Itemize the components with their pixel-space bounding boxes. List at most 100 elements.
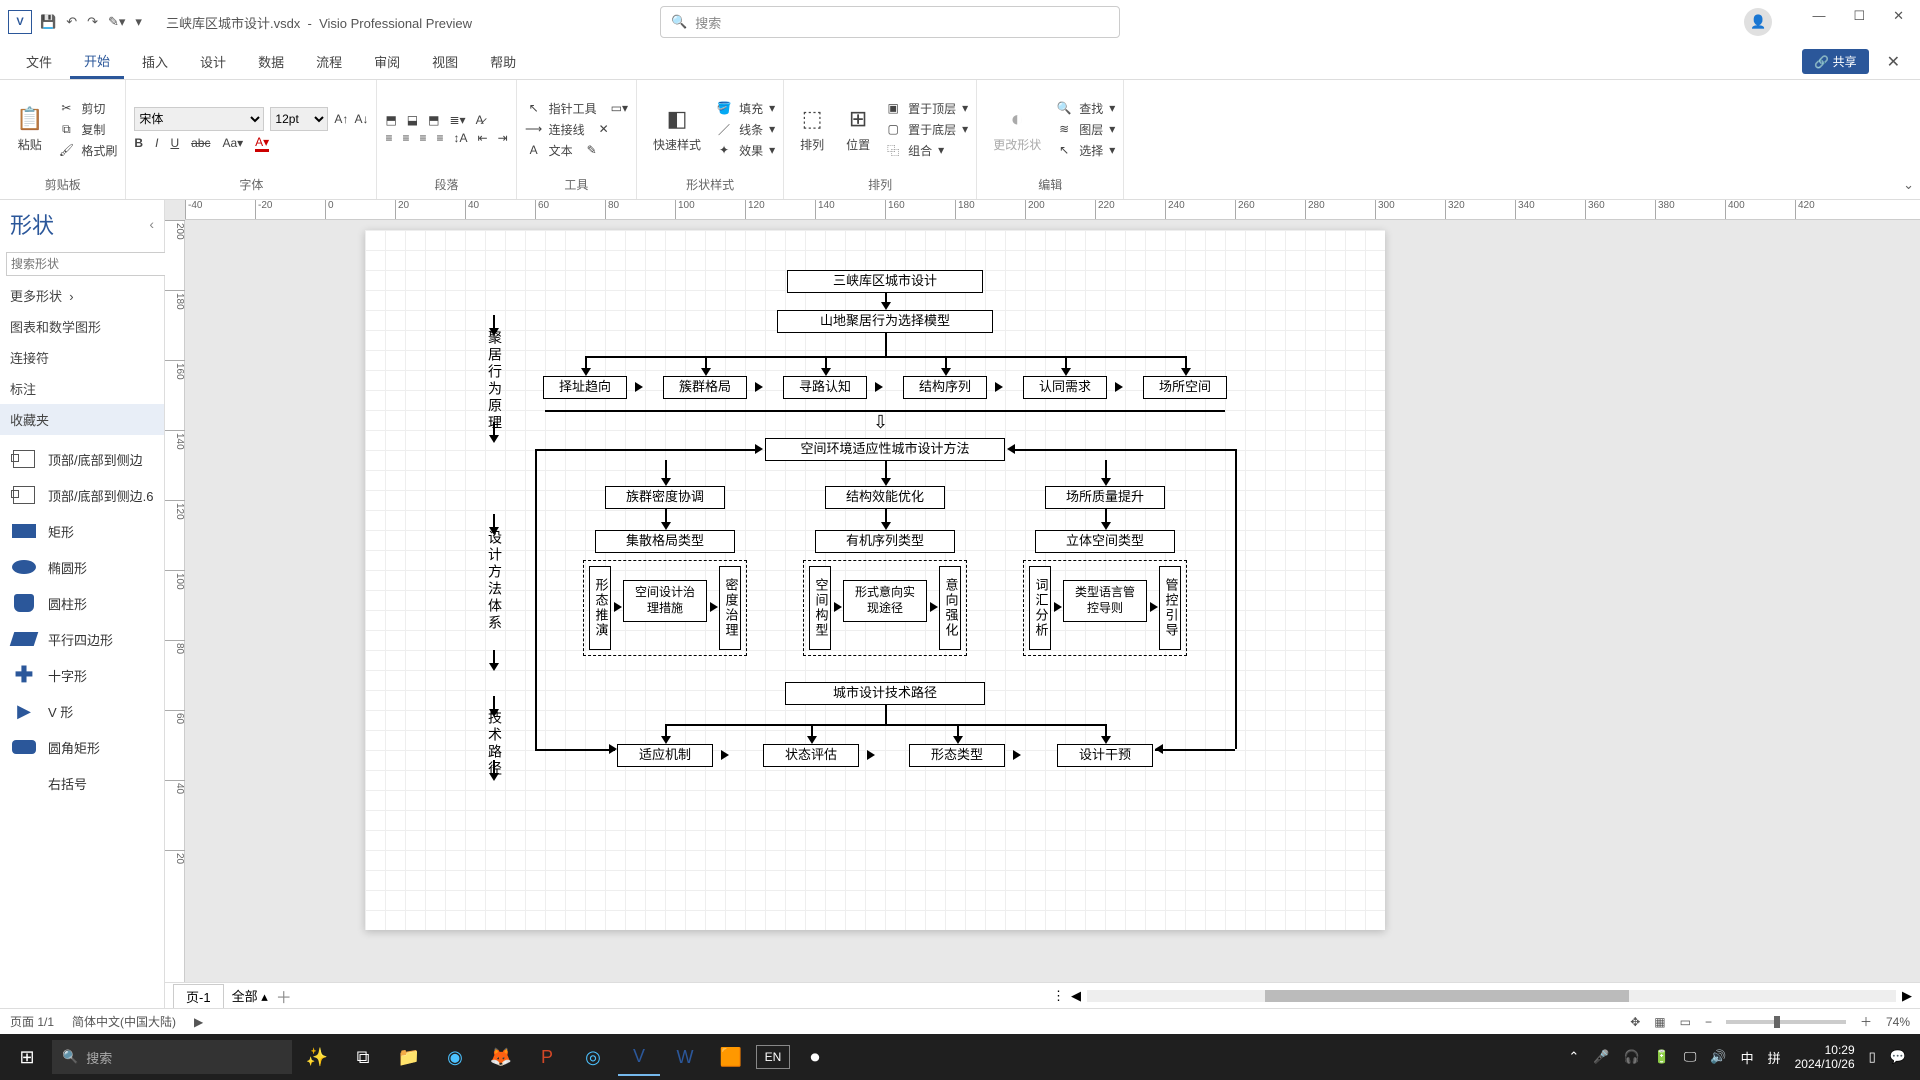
effect-button[interactable]: ✦效果▾ — [715, 142, 775, 159]
node-title[interactable]: 三峡库区城市设计 — [787, 270, 983, 293]
record-icon[interactable]: ⏺ — [794, 1038, 836, 1076]
position-button[interactable]: ⊞位置 — [838, 102, 878, 157]
node-b0-type[interactable]: 集散格局类型 — [595, 530, 735, 553]
cat-more-shapes[interactable]: 更多形状 › — [0, 280, 164, 311]
send-back-button[interactable]: ▢置于底层▾ — [884, 121, 968, 138]
indent-inc-icon[interactable]: ⇥ — [498, 131, 508, 145]
cat-charts[interactable]: 图表和数学图形 — [0, 311, 164, 342]
node-b0-head[interactable]: 族群密度协调 — [605, 486, 725, 509]
group-button[interactable]: ⿻组合▾ — [884, 142, 968, 159]
tab-insert[interactable]: 插入 — [128, 46, 182, 77]
font-family-select[interactable]: 宋体 — [134, 107, 264, 131]
tab-review[interactable]: 审阅 — [360, 46, 414, 77]
delete-tool-icon[interactable]: ✕ — [599, 122, 609, 136]
clear-fmt-icon[interactable]: A̷ — [476, 113, 484, 127]
tray-screen-icon[interactable]: 🖵 — [1684, 1049, 1697, 1065]
node-r1-1[interactable]: 簇群格局 — [663, 376, 747, 399]
collapse-ribbon-chevron-icon[interactable]: ⌄ — [1903, 177, 1914, 193]
align-middle-icon[interactable]: ⬓ — [407, 113, 418, 127]
node-b1-type[interactable]: 有机序列类型 — [815, 530, 955, 553]
maximize-icon[interactable]: ☐ — [1853, 8, 1865, 36]
change-shape-button[interactable]: ◐更改形状 — [985, 102, 1049, 157]
quick-styles-button[interactable]: ◧快速样式 — [645, 102, 709, 157]
cell-b0-2[interactable]: 密度治理 — [719, 566, 741, 650]
node-r1-0[interactable]: 择址趋向 — [543, 376, 627, 399]
cell-b2-1[interactable]: 类型语言管控导则 — [1063, 580, 1147, 622]
page-tab-1[interactable]: 页-1 — [173, 984, 224, 1008]
italic-button[interactable]: I — [155, 136, 158, 150]
zoom-value[interactable]: 74% — [1886, 1015, 1910, 1029]
align-bottom-icon[interactable]: ⬒ — [428, 113, 439, 127]
arrange-button[interactable]: ⬚排列 — [792, 102, 832, 157]
font-size-select[interactable]: 12pt — [270, 107, 328, 131]
tab-home[interactable]: 开始 — [70, 45, 124, 79]
collapse-panel-icon[interactable]: ‹ — [149, 216, 154, 232]
visio-icon[interactable]: V — [618, 1038, 660, 1076]
node-methods-hub[interactable]: 空间环境适应性城市设计方法 — [765, 438, 1005, 461]
node-p-1[interactable]: 状态评估 — [763, 744, 859, 767]
shape-item-cylinder[interactable]: 圆柱形 — [6, 585, 158, 621]
cell-b1-1[interactable]: 形式意向实现途径 — [843, 580, 927, 622]
tray-mic-icon[interactable]: 🎤 — [1593, 1049, 1609, 1065]
explorer-icon[interactable]: 📁 — [388, 1038, 430, 1076]
rotate-text-icon[interactable]: ↕A — [454, 131, 468, 145]
presentation-icon[interactable]: ▭ — [1680, 1015, 1691, 1029]
bold-button[interactable]: B — [134, 136, 143, 150]
taskbar-search[interactable]: 🔍搜索 — [52, 1040, 292, 1074]
shape-item-round[interactable]: 圆角矩形 — [6, 729, 158, 765]
node-b2-type[interactable]: 立体空间类型 — [1035, 530, 1175, 553]
word-icon[interactable]: W — [664, 1038, 706, 1076]
justify-icon[interactable]: ≡ — [437, 131, 444, 145]
decrease-font-icon[interactable]: A↓ — [354, 112, 368, 126]
node-r1-3[interactable]: 结构序列 — [903, 376, 987, 399]
layer-button[interactable]: ≋图层▾ — [1055, 121, 1115, 138]
tab-process[interactable]: 流程 — [302, 46, 356, 77]
copilot-icon[interactable]: ✨ — [296, 1038, 338, 1076]
qat-more-icon[interactable]: ▾ — [135, 14, 142, 30]
macro-icon[interactable]: ▶ — [194, 1015, 203, 1029]
page-tab-all[interactable]: 全部 ▴ — [232, 986, 268, 1005]
pointer-tool-button[interactable]: ↖指针工具 ▭▾ — [525, 100, 628, 117]
tray-volume-icon[interactable]: 🔊 — [1710, 1049, 1726, 1065]
share-button[interactable]: 🔗 共享 — [1802, 49, 1868, 74]
task-view-icon[interactable]: ⧉ — [342, 1038, 384, 1076]
node-p-2[interactable]: 形态类型 — [909, 744, 1005, 767]
shape-item-cross[interactable]: ✚十字形 — [6, 657, 158, 693]
bullets-icon[interactable]: ≣▾ — [449, 113, 465, 127]
connector-tool-button[interactable]: ⟶连接线 ✕ — [525, 121, 628, 138]
cell-b0-0[interactable]: 形态推演 — [589, 566, 611, 650]
cell-b1-2[interactable]: 意向强化 — [939, 566, 961, 650]
node-b1-head[interactable]: 结构效能优化 — [825, 486, 945, 509]
app-icon[interactable]: 🟧 — [710, 1038, 752, 1076]
node-r1-2[interactable]: 寻路认知 — [783, 376, 867, 399]
strike-button[interactable]: abc — [191, 136, 210, 150]
scroll-right-icon[interactable]: ▶ — [1902, 988, 1912, 1004]
hscrollbar[interactable] — [1087, 990, 1896, 1002]
new-page-button[interactable]: ＋ — [276, 984, 292, 1008]
minimize-icon[interactable]: — — [1812, 8, 1825, 36]
user-avatar-icon[interactable]: 👤 — [1744, 8, 1772, 36]
pan-icon[interactable]: ✥ — [1630, 1015, 1640, 1029]
shape-item-tb1[interactable]: 顶部/底部到侧边 — [6, 441, 158, 477]
node-p-0[interactable]: 适应机制 — [617, 744, 713, 767]
ime-en-icon[interactable]: EN — [756, 1045, 790, 1069]
node-path-hub[interactable]: 城市设计技术路径 — [785, 682, 985, 705]
tab-file[interactable]: 文件 — [12, 46, 66, 77]
shape-item-tb2[interactable]: 顶部/底部到侧边.6 — [6, 477, 158, 513]
node-model[interactable]: 山地聚居行为选择模型 — [777, 310, 993, 333]
close-icon[interactable]: ✕ — [1893, 8, 1904, 36]
tray-ime-zh[interactable]: 中 — [1741, 1048, 1754, 1067]
line-button[interactable]: ／线条▾ — [715, 121, 775, 138]
format-painter-button[interactable]: 🖌格式刷 — [57, 142, 117, 159]
cell-b2-2[interactable]: 管控引导 — [1159, 566, 1181, 650]
ink-tool-icon[interactable]: ✎ — [587, 143, 597, 157]
powerpoint-icon[interactable]: P — [526, 1038, 568, 1076]
indent-dec-icon[interactable]: ⇤ — [478, 131, 488, 145]
find-button[interactable]: 🔍查找▾ — [1055, 100, 1115, 117]
status-lang[interactable]: 简体中文(中国大陆) — [72, 1013, 176, 1030]
firefox-icon[interactable]: 🦊 — [480, 1038, 522, 1076]
shape-item-rect[interactable]: 矩形 — [6, 513, 158, 549]
scroll-left-icon[interactable]: ◀ — [1071, 988, 1081, 1004]
tray-clock[interactable]: 10:292024/10/26 — [1795, 1043, 1855, 1072]
tab-design[interactable]: 设计 — [186, 46, 240, 77]
